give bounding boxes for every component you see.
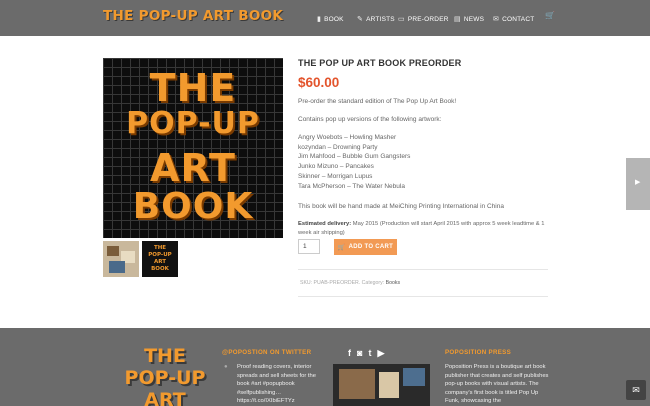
category-link[interactable]: Books: [386, 280, 400, 286]
product-title: THE POP UP ART BOOK PREORDER: [298, 58, 462, 68]
press-about-text: Poposition Press is a boutique art book …: [445, 364, 549, 404]
cover-word: BOOK: [132, 186, 254, 227]
footer-logo-line: POP-UP: [124, 367, 206, 389]
sku-label: SKU: PUAB-PREORDER. Category:: [300, 280, 386, 286]
cover-word: POP-UP: [126, 106, 260, 141]
add-to-cart-label: ADD TO CART: [348, 244, 394, 250]
cart-icon: 🛒: [337, 244, 346, 251]
top-navigation-bar: THE POP-UP ART BOOK ▮ BOOK ✎ ARTISTS ▭ P…: [0, 0, 650, 36]
list-item: Junko Mizuno – Pancakes: [298, 163, 374, 171]
list-item: Tara McPherson – The Water Nebula: [298, 182, 405, 190]
product-meta: SKU: PUAB-PREORDER. Category: Books: [300, 280, 400, 286]
brush-icon: ✎: [357, 16, 364, 23]
quantity-input[interactable]: 1: [298, 239, 320, 254]
product-main-image[interactable]: THE POP-UP ART BOOK: [103, 58, 283, 238]
thumbnail-cover-title: THE POP-UP ART BOOK: [148, 245, 172, 272]
news-icon: ▤: [454, 16, 461, 23]
delivery-label: Estimated delivery:: [298, 221, 352, 227]
nav-label-contact: CONTACT: [502, 15, 535, 23]
card-icon: ▭: [398, 16, 405, 23]
footer-logo[interactable]: THE POP-UP ART: [110, 345, 220, 406]
divider: [298, 269, 548, 270]
footer-logo-line: THE: [144, 345, 186, 367]
facebook-icon[interactable]: f: [348, 348, 351, 359]
product-thumbnail-cover[interactable]: THE POP-UP ART BOOK: [142, 241, 178, 277]
nav-item-book[interactable]: ▮ BOOK: [317, 12, 344, 26]
list-item: Jim Mahfood – Bubble Gum Gangsters: [298, 153, 411, 161]
youtube-icon[interactable]: ▶: [377, 348, 384, 359]
artwork-list: Angry Woebots – Howling Masher kozyndan …: [298, 133, 410, 191]
twitter-icon: ●: [224, 364, 228, 370]
nav-item-pre-order[interactable]: ▭ PRE-ORDER: [398, 12, 449, 26]
list-item: kozyndan – Drowning Party: [298, 143, 378, 151]
mail-button[interactable]: ✉: [626, 380, 646, 400]
nav-item-news[interactable]: ▤ NEWS: [454, 12, 484, 26]
nav-label-pre-order: PRE-ORDER: [407, 15, 449, 23]
envelope-icon: ✉: [632, 384, 640, 395]
nav-label-book: BOOK: [324, 15, 344, 23]
cart-icon[interactable]: 🛒: [545, 11, 555, 20]
twitter-heading: @POPOSTION ON TWITTER: [222, 349, 312, 356]
side-next-tab[interactable]: ▶: [626, 158, 650, 210]
cover-word: ART: [150, 146, 236, 190]
product-contains: Contains pop up versions of the followin…: [298, 116, 442, 123]
list-item: Skinner – Morrigan Lupus: [298, 172, 373, 180]
nav-item-artists[interactable]: ✎ ARTISTS: [357, 12, 395, 26]
add-to-cart-button[interactable]: 🛒 ADD TO CART: [334, 239, 397, 255]
twitter-icon[interactable]: t: [368, 348, 371, 359]
product-manufacture: This book will be hand made at MeiChing …: [298, 203, 504, 210]
product-price: $60.00: [298, 75, 340, 90]
list-item: Angry Woebots – Howling Masher: [298, 134, 397, 141]
footer-photo[interactable]: [333, 364, 430, 406]
press-heading: POPOSITION PRESS: [445, 349, 512, 356]
tweet-text[interactable]: Proof reading covers, interior spreads a…: [237, 363, 317, 406]
product-intro: Pre-order the standard edition of The Po…: [298, 98, 457, 105]
estimated-delivery: Estimated delivery: May 2015 (Production…: [298, 220, 548, 237]
nav-label-news: NEWS: [463, 15, 485, 23]
social-links: f ◙ t ▶: [348, 348, 384, 359]
envelope-icon: ✉: [493, 16, 500, 23]
footer: THE POP-UP ART @POPOSTION ON TWITTER ● P…: [0, 328, 650, 406]
cover-word: THE: [149, 66, 237, 110]
divider: [298, 296, 548, 297]
footer-logo-line: ART: [144, 389, 186, 406]
nav-item-contact[interactable]: ✉ CONTACT: [493, 12, 534, 26]
site-logo[interactable]: THE POP-UP ART BOOK: [103, 8, 283, 24]
instagram-icon[interactable]: ◙: [357, 348, 362, 359]
product-thumbnail-photos[interactable]: [103, 241, 139, 277]
nav-label-artists: ARTISTS: [366, 15, 395, 23]
book-icon: ▮: [317, 16, 322, 23]
arrow-right-icon: ▶: [635, 179, 641, 186]
